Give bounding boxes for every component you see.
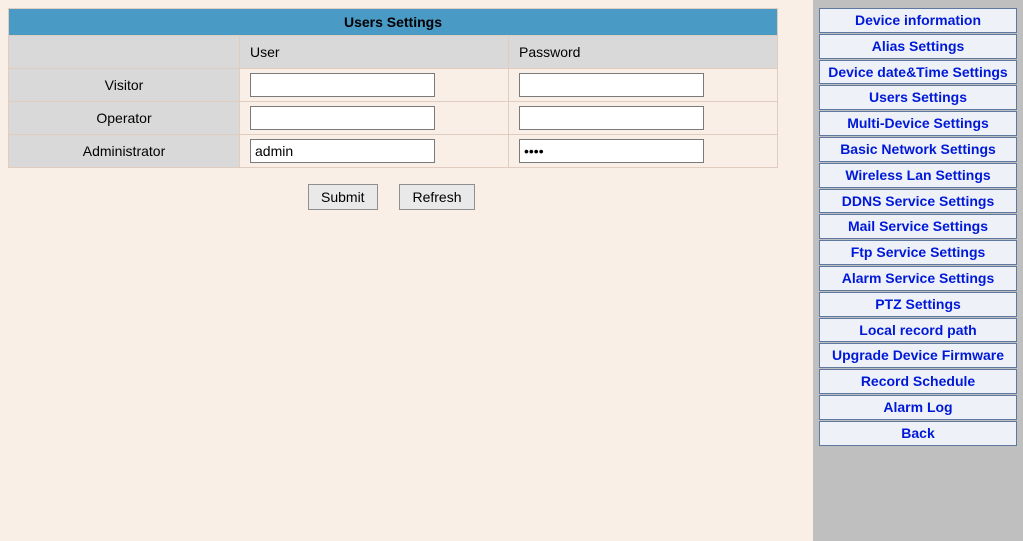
sidebar: Device information Alias Settings Device… [813,0,1023,541]
table-row: Administrator [9,135,778,168]
operator-password-input[interactable] [519,106,704,130]
role-label-operator: Operator [9,102,240,135]
header-password: Password [509,36,778,69]
table-row: Operator [9,102,778,135]
role-label-visitor: Visitor [9,69,240,102]
sidebar-item-ptz-settings[interactable]: PTZ Settings [819,292,1017,317]
header-user: User [240,36,509,69]
visitor-password-input[interactable] [519,73,704,97]
role-label-administrator: Administrator [9,135,240,168]
sidebar-item-device-date-time-settings[interactable]: Device date&Time Settings [819,60,1017,85]
administrator-user-input[interactable] [250,139,435,163]
header-blank [9,36,240,69]
sidebar-item-upgrade-device-firmware[interactable]: Upgrade Device Firmware [819,343,1017,368]
sidebar-item-ftp-service-settings[interactable]: Ftp Service Settings [819,240,1017,265]
sidebar-item-alarm-log[interactable]: Alarm Log [819,395,1017,420]
sidebar-item-alias-settings[interactable]: Alias Settings [819,34,1017,59]
button-row: Submit Refresh [308,184,805,210]
users-settings-table: Users Settings User Password Visitor Ope… [8,8,778,168]
refresh-button[interactable]: Refresh [399,184,474,210]
main-content: Users Settings User Password Visitor Ope… [0,0,813,541]
sidebar-item-ddns-service-settings[interactable]: DDNS Service Settings [819,189,1017,214]
table-row: Visitor [9,69,778,102]
administrator-password-input[interactable] [519,139,704,163]
sidebar-item-basic-network-settings[interactable]: Basic Network Settings [819,137,1017,162]
sidebar-item-record-schedule[interactable]: Record Schedule [819,369,1017,394]
sidebar-item-multi-device-settings[interactable]: Multi-Device Settings [819,111,1017,136]
operator-user-input[interactable] [250,106,435,130]
sidebar-item-local-record-path[interactable]: Local record path [819,318,1017,343]
sidebar-item-back[interactable]: Back [819,421,1017,446]
sidebar-item-alarm-service-settings[interactable]: Alarm Service Settings [819,266,1017,291]
sidebar-item-device-information[interactable]: Device information [819,8,1017,33]
page-title: Users Settings [9,9,778,36]
submit-button[interactable]: Submit [308,184,378,210]
visitor-user-input[interactable] [250,73,435,97]
sidebar-item-wireless-lan-settings[interactable]: Wireless Lan Settings [819,163,1017,188]
sidebar-item-mail-service-settings[interactable]: Mail Service Settings [819,214,1017,239]
sidebar-item-users-settings[interactable]: Users Settings [819,85,1017,110]
